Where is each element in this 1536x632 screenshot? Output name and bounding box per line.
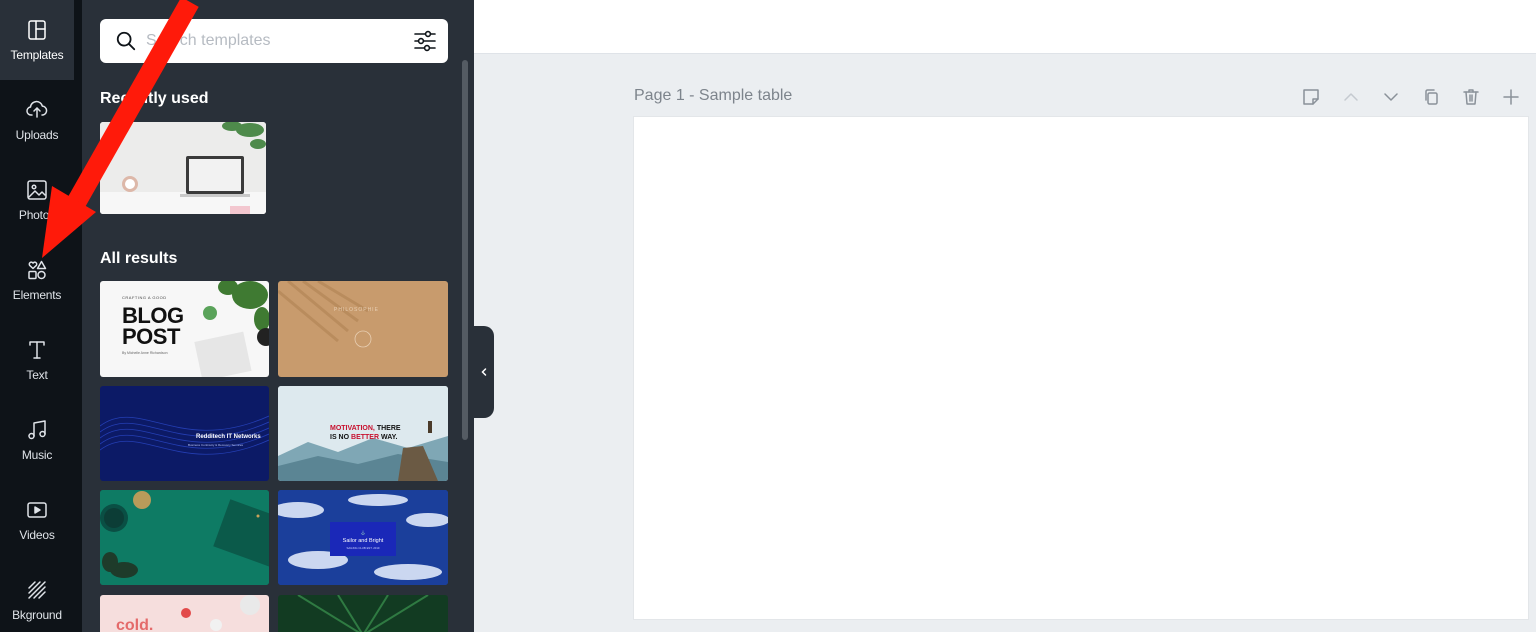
upload-cloud-icon	[26, 100, 48, 118]
rail-item-videos[interactable]: Videos	[0, 480, 74, 560]
template-thumbnail-green-desk[interactable]	[100, 490, 269, 585]
photos-icon	[27, 180, 47, 200]
add-page-button[interactable]	[1498, 84, 1524, 110]
move-page-down-button[interactable]	[1378, 84, 1404, 110]
move-page-up-button[interactable]	[1338, 84, 1364, 110]
rail-item-uploads[interactable]: Uploads	[0, 80, 74, 160]
delete-page-button[interactable]	[1458, 84, 1484, 110]
search-box[interactable]	[100, 19, 448, 63]
motivation-line1: MOTIVATION, THERE	[330, 424, 401, 433]
laptop-desk-image	[100, 122, 266, 214]
redditech-subtitle: Business Continuity & Recovery Services	[188, 443, 244, 447]
background-icon	[28, 581, 46, 599]
recently-used-heading: Recently used	[100, 90, 209, 107]
green-desk-image	[100, 490, 269, 585]
motivation-there: THERE	[376, 425, 401, 432]
rail-divider	[74, 0, 82, 632]
collapse-panel-button[interactable]	[474, 326, 494, 418]
template-thumbnail-philosophie[interactable]: PHILOSOPHIE	[278, 281, 448, 377]
rail-label-music: Music	[21, 448, 53, 462]
templates-icon	[28, 20, 46, 40]
template-thumbnail-blog-post[interactable]: CRAFTING A GOOD BLOG POST By Michelle An…	[100, 281, 269, 377]
rail-label-elements: Elements	[12, 288, 62, 302]
search-input[interactable]	[146, 19, 396, 63]
rail-item-text[interactable]: Text	[0, 320, 74, 400]
motivation-is-no: IS NO	[330, 434, 350, 441]
rail-label-templates: Templates	[10, 48, 64, 62]
duplicate-page-button[interactable]	[1418, 84, 1444, 110]
leaf-shadow-decoration	[278, 281, 372, 348]
all-results-heading: All results	[100, 250, 178, 267]
rail-item-elements[interactable]: Elements	[0, 240, 74, 320]
music-icon	[28, 420, 46, 440]
template-thumbnail-redditech[interactable]: Redditech IT Networks Business Continuit…	[100, 386, 269, 481]
duplicate-icon	[1425, 89, 1438, 105]
filter-sliders-icon[interactable]	[413, 30, 437, 52]
panel-scrollbar[interactable]	[462, 60, 468, 440]
rail-label-text: Text	[26, 368, 48, 382]
philosophie-text: PHILOSOPHIE	[334, 307, 379, 313]
page-notes-button[interactable]	[1298, 84, 1324, 110]
anchor-icon: ⚓	[360, 530, 366, 535]
blog-title-line1: BLOG	[122, 303, 184, 328]
chevron-down-icon	[1384, 93, 1398, 101]
sailor-title: Sailor and Bright	[342, 538, 384, 544]
blog-byline: By Michelle Anne Richardson	[122, 351, 168, 355]
sailor-subtitle: SAILING CLUB EST. 2019	[346, 546, 380, 550]
template-thumbnail-cold[interactable]: cold.	[100, 595, 269, 632]
recent-template-thumbnail[interactable]	[100, 122, 266, 214]
cold-text: cold.	[116, 617, 154, 632]
left-nav-rail: Templates Uploads Photos Elements Text M…	[0, 0, 74, 632]
rail-item-background[interactable]: Bkground	[0, 560, 74, 632]
page-title[interactable]: Page 1 - Sample table	[634, 87, 792, 105]
motivation-word: MOTIVATION,	[330, 425, 375, 432]
rail-label-videos: Videos	[19, 528, 55, 542]
design-canvas-page[interactable]	[634, 117, 1528, 619]
rail-label-background: Bkground	[12, 608, 62, 622]
motivation-line2: IS NO BETTER WAY.	[330, 433, 397, 442]
motivation-better: BETTER	[351, 434, 380, 441]
rail-item-templates[interactable]: Templates	[0, 0, 74, 80]
text-icon	[29, 341, 45, 359]
elements-icon	[28, 260, 47, 280]
redditech-title: Redditech IT Networks	[196, 434, 261, 440]
videos-icon	[27, 502, 47, 518]
chevron-left-icon	[481, 368, 487, 376]
template-thumbnail-dark-leaves[interactable]	[278, 595, 448, 632]
template-thumbnail-motivation[interactable]: MOTIVATION, THERE IS NO BETTER WAY.	[278, 386, 448, 481]
blog-kicker: CRAFTING A GOOD	[122, 295, 167, 300]
rail-label-photos: Photos	[18, 208, 56, 222]
palm-leaves-image	[297, 595, 429, 632]
templates-panel: Recently used All results CRAFTING A GOO…	[82, 0, 474, 632]
plus-icon	[1503, 89, 1519, 105]
chevron-up-icon	[1344, 93, 1358, 101]
blog-title-line2: POST	[122, 324, 180, 349]
editor-top-bar	[474, 0, 1536, 54]
rail-item-music[interactable]: Music	[0, 400, 74, 480]
trash-icon	[1463, 89, 1479, 105]
template-thumbnail-sailor-bright[interactable]: ⚓ Sailor and Bright SAILING CLUB EST. 20…	[278, 490, 448, 585]
rail-item-photos[interactable]: Photos	[0, 160, 74, 240]
rail-label-uploads: Uploads	[15, 128, 59, 142]
motivation-way: WAY.	[380, 434, 398, 441]
search-icon	[116, 31, 136, 51]
sticky-note-icon	[1303, 89, 1319, 105]
